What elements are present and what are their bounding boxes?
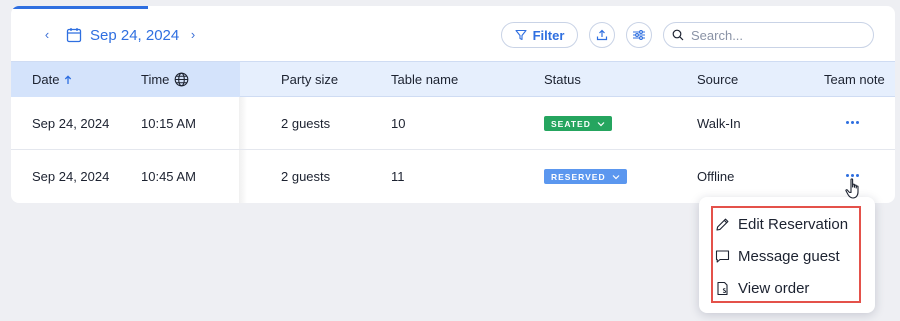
column-header-time-label: Time xyxy=(141,72,170,87)
order-document-icon xyxy=(717,281,728,295)
cell-party-size: 2 guests xyxy=(281,169,331,184)
cell-time: 10:45 AM xyxy=(141,169,196,184)
sticky-column-shadow xyxy=(239,150,247,203)
more-dots-icon xyxy=(846,174,849,177)
table-row[interactable]: Sep 24, 2024 10:45 AM 2 guests 11 RESERV… xyxy=(11,150,895,203)
table-header: Date Time Party size Table name Status S… xyxy=(11,61,895,97)
cell-source: Walk-In xyxy=(697,116,741,131)
previous-day-button[interactable]: ‹ xyxy=(40,28,54,42)
column-header-date-label: Date xyxy=(32,72,60,87)
menu-item-label: Edit Reservation xyxy=(738,215,849,233)
chat-bubble-icon xyxy=(715,249,730,263)
cell-date: Sep 24, 2024 xyxy=(32,169,110,184)
filter-icon xyxy=(515,29,527,41)
reservations-card: ‹ Sep 24, 2024 › Filter Search... Date T… xyxy=(11,6,895,203)
search-icon xyxy=(672,29,684,41)
status-badge-dropdown[interactable]: SEATED xyxy=(544,116,612,131)
column-header-time[interactable]: Time xyxy=(141,72,189,87)
cell-time: 10:15 AM xyxy=(141,116,196,131)
toolbar: ‹ Sep 24, 2024 › Filter xyxy=(11,9,895,61)
column-header-party-size[interactable]: Party size xyxy=(281,72,338,87)
export-button[interactable] xyxy=(589,22,615,48)
status-label: SEATED xyxy=(551,118,591,129)
chevron-down-icon xyxy=(612,174,620,179)
cell-table-name: 10 xyxy=(391,116,406,131)
more-actions-button[interactable] xyxy=(846,121,862,127)
chevron-down-icon xyxy=(597,121,605,126)
upload-icon xyxy=(596,29,608,41)
more-dots-icon xyxy=(851,174,854,177)
more-dots-icon xyxy=(846,121,849,124)
date-picker[interactable]: Sep 24, 2024 xyxy=(66,23,179,47)
status-badge-dropdown[interactable]: RESERVED xyxy=(544,169,627,184)
column-header-status[interactable]: Status xyxy=(544,72,581,87)
cell-date: Sep 24, 2024 xyxy=(32,116,110,131)
search-input[interactable] xyxy=(691,27,861,43)
column-header-date[interactable]: Date xyxy=(32,72,72,87)
cell-source: Offline xyxy=(697,169,735,184)
menu-item-edit-reservation[interactable]: Edit Reservation xyxy=(715,212,857,236)
filter-label: Filter xyxy=(532,27,565,43)
calendar-icon xyxy=(66,28,82,43)
more-dots-icon xyxy=(856,121,859,124)
menu-item-label: Message guest xyxy=(738,247,840,265)
sliders-icon xyxy=(633,30,645,40)
status-label: RESERVED xyxy=(551,171,606,182)
column-header-table-name[interactable]: Table name xyxy=(391,72,458,87)
sort-ascending-icon xyxy=(65,74,72,84)
row-actions-menu: Edit Reservation Message guest View orde… xyxy=(699,197,875,313)
selected-date: Sep 24, 2024 xyxy=(90,26,180,44)
pencil-icon xyxy=(716,218,729,231)
menu-item-message-guest[interactable]: Message guest xyxy=(715,244,857,268)
search-field[interactable] xyxy=(663,22,874,48)
cell-party-size: 2 guests xyxy=(281,116,331,131)
menu-item-view-order[interactable]: View order xyxy=(715,276,857,300)
table-row[interactable]: Sep 24, 2024 10:15 AM 2 guests 10 SEATED… xyxy=(11,97,895,150)
next-day-button[interactable]: › xyxy=(186,28,200,42)
more-dots-icon xyxy=(856,174,859,177)
settings-button[interactable] xyxy=(626,22,652,48)
column-header-source[interactable]: Source xyxy=(697,72,738,87)
column-header-team-note[interactable]: Team note xyxy=(824,72,885,87)
menu-item-label: View order xyxy=(738,279,810,297)
hand-pointer-cursor-icon xyxy=(845,178,859,199)
filter-button[interactable]: Filter xyxy=(501,22,578,48)
more-dots-icon xyxy=(851,121,854,124)
cell-table-name: 11 xyxy=(391,169,405,184)
sticky-column-shadow xyxy=(239,97,247,149)
globe-icon xyxy=(175,72,189,87)
